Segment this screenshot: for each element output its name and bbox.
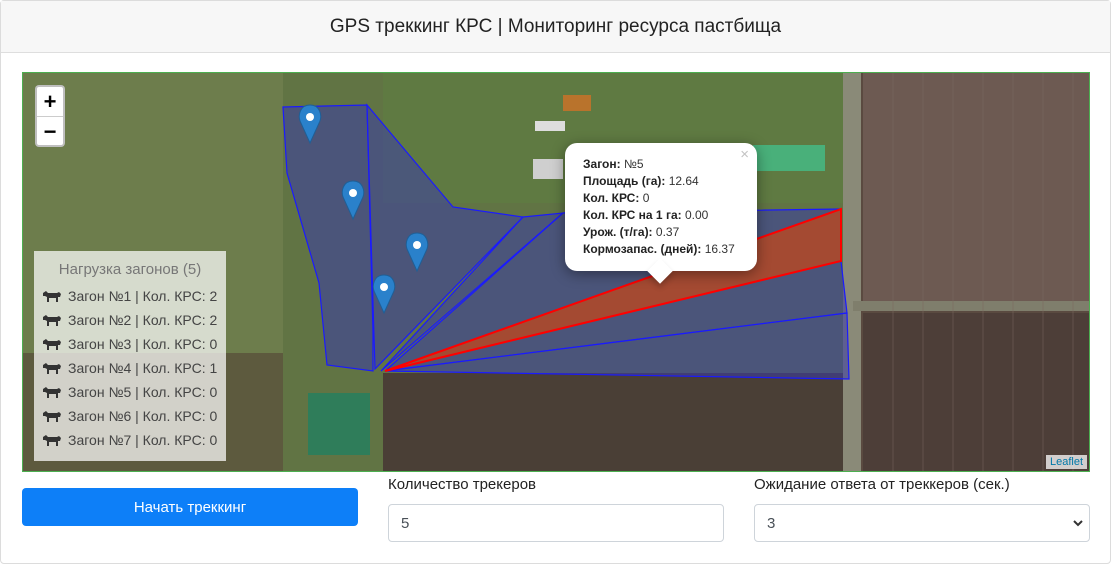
legend-item-label: Загон №5 | Кол. КРС: 0 [68,384,218,400]
paddock-popup: × Загон: №5 Площадь (га): 12.64 Кол. КРС: … [565,143,757,284]
popup-row: Кол. КРС на 1 га: 0.00 [583,207,739,224]
trackers-count-label: Количество трекеров [388,476,537,493]
wait-timeout-label: Ожидание ответа от треккеров (сек.) [754,476,1010,493]
popup-row-value: 16.37 [704,242,735,256]
popup-row-label: Кол. КРС на 1 га: [583,208,682,222]
popup-row-value: 12.64 [668,174,699,188]
legend-item: Загон №7 | Кол. КРС: 0 [42,428,218,452]
popup-row: Кол. КРС: 0 [583,190,739,207]
zoom-control: + − [35,85,65,147]
cow-icon [43,315,61,326]
popup-row: Урож. (т/га): 0.37 [583,224,739,241]
popup-row-value: 0.00 [684,208,709,222]
legend-item: Загон №6 | Кол. КРС: 0 [42,404,218,428]
page-title: GPS треккинг КРС | Мониторинг ресурса па… [1,1,1110,53]
cow-icon [43,363,61,374]
legend-item: Загон №5 | Кол. КРС: 0 [42,380,218,404]
main-card: GPS треккинг КРС | Мониторинг ресурса па… [0,0,1111,564]
zoom-in-button[interactable]: + [37,87,63,116]
legend-item: Загон №1 | Кол. КРС: 2 [42,284,218,308]
legend-item: Загон №4 | Кол. КРС: 1 [42,356,218,380]
trackers-count-input[interactable]: 5 [388,504,724,542]
popup-row: Кормозапас. (дней): 16.37 [583,241,739,258]
cow-icon [43,411,61,422]
legend-item-label: Загон №6 | Кол. КРС: 0 [68,408,218,424]
legend-item-label: Загон №4 | Кол. КРС: 1 [68,360,218,376]
legend-item-label: Загон №1 | Кол. КРС: 2 [68,288,218,304]
wait-timeout-value: 3 [767,514,776,532]
legend-item-label: Загон №3 | Кол. КРС: 0 [68,336,218,352]
start-tracking-button[interactable]: Начать треккинг [22,488,358,526]
popup-close-button[interactable]: × [740,146,749,163]
popup-row: Площадь (га): 12.64 [583,173,739,190]
zoom-out-button[interactable]: − [37,116,63,145]
popup-row: Загон: №5 [583,156,739,173]
popup-row-label: Кол. КРС: [583,191,640,205]
legend-item-label: Загон №2 | Кол. КРС: 2 [68,312,218,328]
map-attribution-link[interactable]: Leaflet [1045,455,1087,469]
wait-timeout-select[interactable]: 3 [754,504,1090,542]
popup-row-value: 0.37 [655,225,680,239]
cow-icon [43,339,61,350]
popup-row-value: №5 [623,157,644,171]
paddock-load-legend: Нагрузка загонов (5) Загон №1 | Кол. КРС… [34,251,226,461]
legend-item: Загон №2 | Кол. КРС: 2 [42,308,218,332]
map-view[interactable]: + − Нагрузка загонов (5) Загон №1 | Кол.… [22,72,1090,472]
cow-icon [43,291,61,302]
popup-row-label: Площадь (га): [583,174,666,188]
cow-icon [43,387,61,398]
popup-row-label: Загон: [583,157,621,171]
popup-row-value: 0 [642,191,650,205]
popup-row-label: Урож. (т/га): [583,225,653,239]
legend-title: Нагрузка загонов (5) [58,261,202,278]
cow-icon [43,435,61,446]
popup-row-label: Кормозапас. (дней): [583,242,702,256]
legend-item: Загон №3 | Кол. КРС: 0 [42,332,218,356]
chevron-down-icon [1073,520,1083,527]
legend-item-label: Загон №7 | Кол. КРС: 0 [68,432,218,448]
